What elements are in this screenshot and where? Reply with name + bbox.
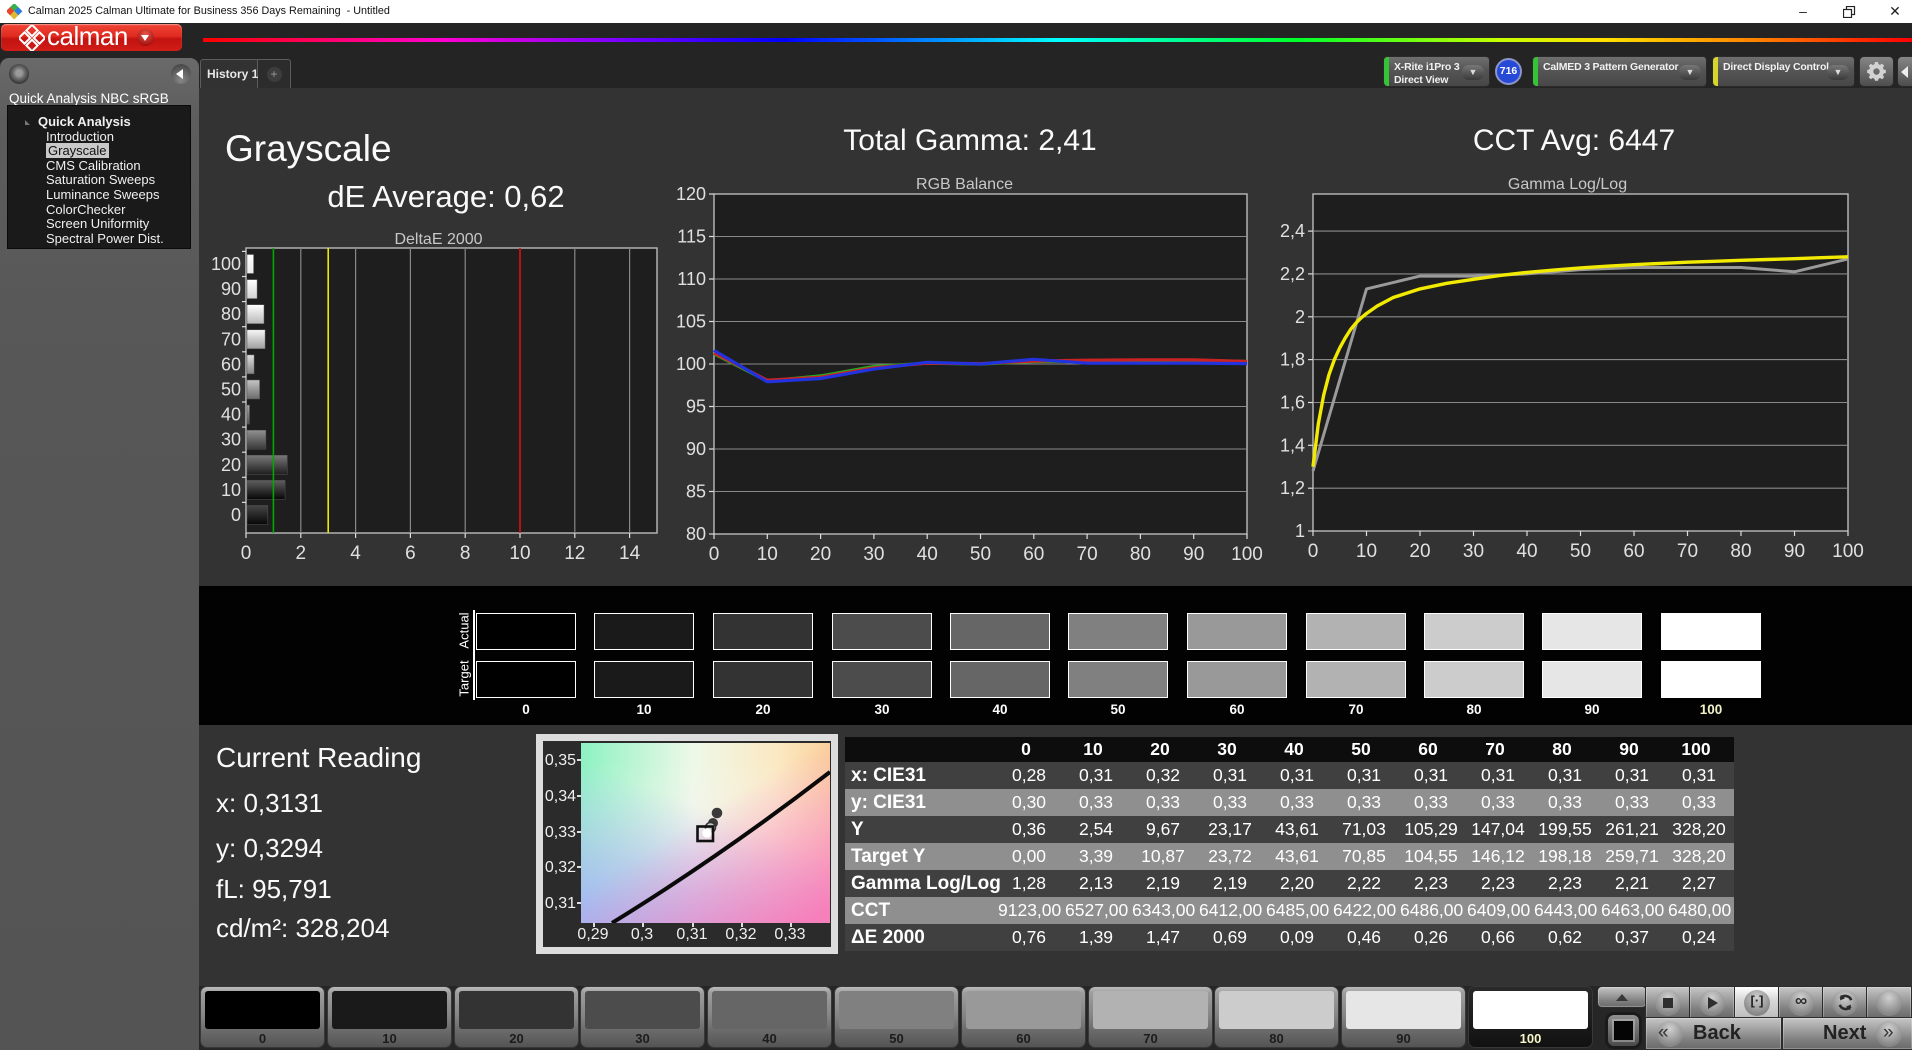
svg-text:50: 50 [970,544,991,565]
svg-text:1,8: 1,8 [1280,350,1305,370]
svg-text:60: 60 [1623,541,1644,562]
svg-text:0: 0 [709,544,720,565]
svg-text:2,2: 2,2 [1280,264,1305,284]
svg-text:4: 4 [350,543,361,564]
svg-text:115: 115 [677,227,706,247]
svg-text:80: 80 [1130,544,1151,565]
svg-text:90: 90 [1183,544,1204,565]
svg-text:8: 8 [460,543,471,564]
svg-text:100: 100 [211,254,241,274]
svg-text:1,6: 1,6 [1280,393,1305,413]
svg-text:70: 70 [221,329,241,349]
svg-text:10: 10 [509,543,530,564]
svg-text:RGB Balance: RGB Balance [916,176,1013,193]
svg-text:40: 40 [1516,541,1537,562]
svg-text:2: 2 [1295,307,1305,327]
svg-text:80: 80 [221,304,241,324]
svg-text:80: 80 [1730,541,1751,562]
svg-text:110: 110 [677,269,706,289]
svg-text:70: 70 [1677,541,1698,562]
svg-text:30: 30 [221,430,241,450]
svg-text:0: 0 [231,505,241,525]
svg-text:50: 50 [1570,541,1591,562]
svg-text:120: 120 [676,184,706,204]
svg-text:14: 14 [619,543,641,564]
svg-text:95: 95 [686,397,706,417]
svg-text:80: 80 [686,524,706,544]
svg-text:40: 40 [917,544,938,565]
svg-text:30: 30 [863,544,884,565]
svg-text:105: 105 [676,312,706,332]
svg-text:1: 1 [1295,521,1305,541]
svg-text:90: 90 [221,279,241,299]
svg-text:100: 100 [1832,541,1864,562]
svg-text:60: 60 [221,354,241,374]
svg-text:30: 30 [1463,541,1484,562]
svg-text:50: 50 [221,380,241,400]
svg-text:85: 85 [686,482,706,502]
svg-text:Gamma Log/Log: Gamma Log/Log [1508,176,1627,193]
svg-text:2,4: 2,4 [1280,221,1305,241]
svg-text:1,4: 1,4 [1280,435,1305,455]
svg-text:90: 90 [1784,541,1805,562]
svg-text:12: 12 [564,543,585,564]
svg-text:90: 90 [686,439,706,459]
svg-text:0: 0 [241,543,252,564]
svg-text:1,2: 1,2 [1280,478,1305,498]
svg-text:10: 10 [757,544,778,565]
svg-text:0: 0 [1308,541,1319,562]
svg-text:100: 100 [676,354,706,374]
svg-text:2: 2 [296,543,307,564]
svg-text:6: 6 [405,543,416,564]
svg-text:20: 20 [1409,541,1430,562]
svg-text:20: 20 [810,544,831,565]
svg-text:70: 70 [1077,544,1098,565]
svg-text:DeltaE 2000: DeltaE 2000 [394,231,482,248]
svg-text:10: 10 [221,480,241,500]
svg-text:60: 60 [1023,544,1044,565]
svg-text:10: 10 [1356,541,1377,562]
svg-text:40: 40 [221,405,241,425]
svg-text:20: 20 [221,455,241,475]
